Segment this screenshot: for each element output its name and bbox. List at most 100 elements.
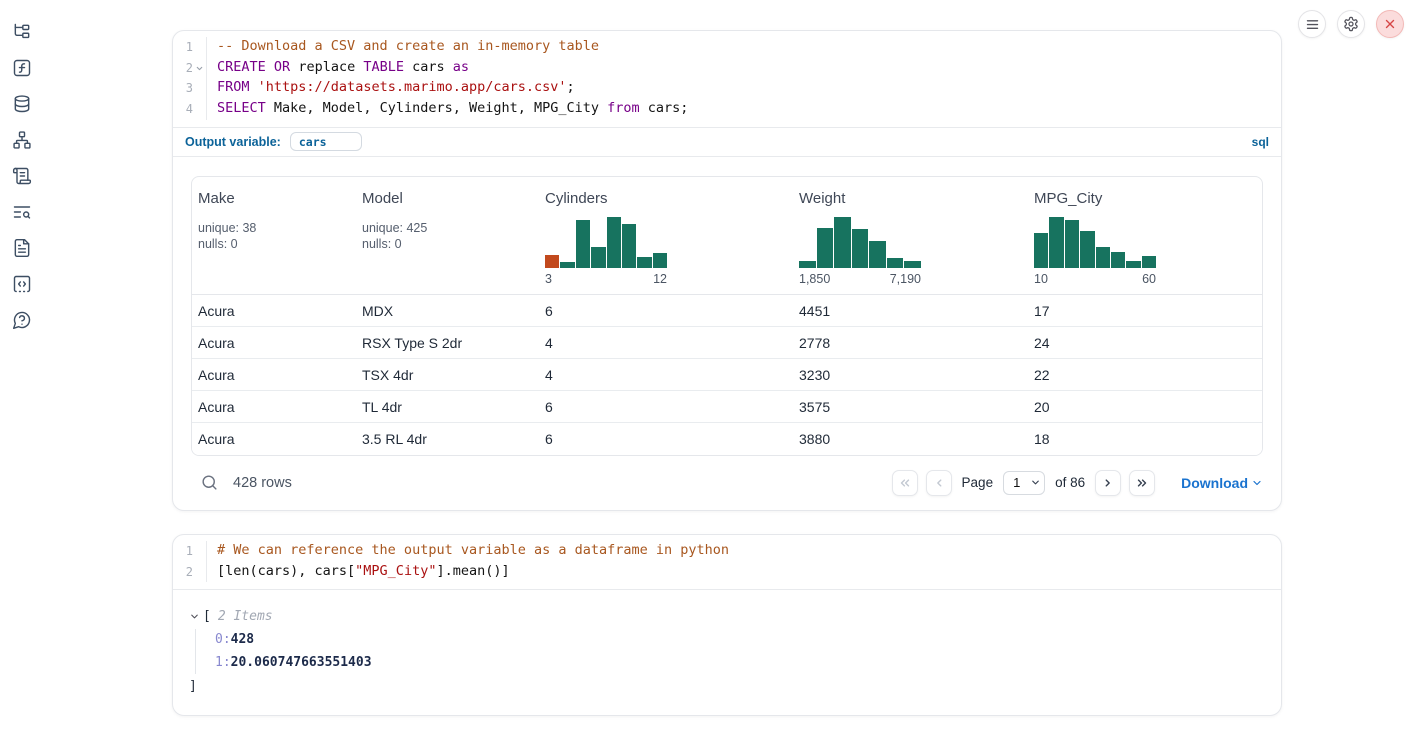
- python-result-tree: [ 2 Items 0: 4281: 20.060747663551403 ]: [173, 590, 1281, 715]
- column-name: Make: [198, 190, 350, 207]
- first-page-button[interactable]: [892, 470, 918, 496]
- code-text: [len(cars), cars["MPG_City"].mean()]: [207, 562, 510, 583]
- snippets-icon[interactable]: [12, 274, 32, 294]
- previous-page-button[interactable]: [926, 470, 952, 496]
- row-count: 428 rows: [233, 475, 292, 491]
- histogram-bar: [869, 241, 886, 268]
- code-text: # We can reference the output variable a…: [207, 541, 729, 562]
- histogram-bar: [607, 217, 621, 268]
- histogram-axis-labels: 1,8507,190: [799, 272, 921, 286]
- notebook: 1 -- Download a CSV and create an in-memo…: [172, 30, 1282, 739]
- line-number: 2: [173, 562, 193, 583]
- table-cell: 6: [539, 423, 793, 455]
- table-cell: MDX: [356, 295, 539, 327]
- table-row[interactable]: Acura3.5 RL 4dr6388018: [192, 423, 1262, 455]
- table-row[interactable]: AcuraTL 4dr6357520: [192, 391, 1262, 423]
- table-cell: RSX Type S 2dr: [356, 327, 539, 359]
- menu-icon[interactable]: [1298, 10, 1326, 38]
- fold-gutter: [193, 541, 207, 562]
- output-variable-label: Output variable:: [185, 135, 281, 149]
- code-line: 2CREATE OR replace TABLE cars as: [173, 58, 1281, 79]
- dependency-graph-icon[interactable]: [12, 130, 32, 150]
- fold-chevron-icon[interactable]: [193, 58, 207, 79]
- database-icon[interactable]: [12, 94, 32, 114]
- histogram-bar: [1126, 261, 1140, 268]
- help-icon[interactable]: [12, 310, 32, 330]
- page-label: Page: [962, 475, 994, 490]
- next-page-button[interactable]: [1095, 470, 1121, 496]
- table-cell: 2778: [793, 327, 1028, 359]
- column-stats: unique: 425nulls: 0: [362, 220, 533, 253]
- tree-collapse-icon[interactable]: [189, 611, 203, 622]
- histogram-bar: [1080, 231, 1094, 268]
- table-row[interactable]: AcuraTSX 4dr4323022: [192, 359, 1262, 391]
- table-row[interactable]: AcuraMDX6445117: [192, 295, 1262, 327]
- column-header-cylinders[interactable]: Cylinders312: [539, 177, 793, 295]
- python-editor[interactable]: 1 # We can reference the output variable …: [173, 535, 1281, 590]
- scratchpad-icon[interactable]: [12, 166, 32, 186]
- histogram-bar: [1049, 217, 1063, 268]
- search-icon[interactable]: [200, 473, 219, 492]
- table-footer: 428 rows Page 1 o: [191, 456, 1263, 510]
- histogram-bar: [852, 229, 869, 268]
- page-select[interactable]: 1: [1003, 471, 1045, 495]
- table-cell: Acura: [192, 391, 356, 423]
- code-line: 2 [len(cars), cars["MPG_City"].mean()]: [173, 562, 1281, 583]
- histogram-bar: [576, 220, 590, 268]
- sql-editor[interactable]: 1 -- Download a CSV and create an in-memo…: [173, 31, 1281, 127]
- tree-entry: 1: 20.060747663551403: [215, 652, 1265, 675]
- logs-search-icon[interactable]: [12, 202, 32, 222]
- fold-gutter: [193, 562, 207, 583]
- line-number: 1: [173, 37, 193, 58]
- tree-entry-value: 20.060747663551403: [231, 652, 372, 675]
- download-button[interactable]: Download: [1181, 475, 1263, 491]
- window-controls: [1298, 10, 1404, 38]
- fold-gutter: [193, 99, 207, 120]
- code-text: -- Download a CSV and create an in-memor…: [207, 37, 599, 58]
- sql-cell: 1 -- Download a CSV and create an in-memo…: [172, 30, 1282, 511]
- column-header-weight[interactable]: Weight1,8507,190: [793, 177, 1028, 295]
- histogram-bar: [834, 217, 851, 268]
- histogram-bar: [887, 258, 904, 268]
- table-cell: Acura: [192, 327, 356, 359]
- table-cell: TL 4dr: [356, 391, 539, 423]
- column-header-model[interactable]: Modelunique: 425nulls: 0: [356, 177, 539, 295]
- function-icon[interactable]: [12, 58, 32, 78]
- tree-open-bracket: [: [203, 606, 211, 627]
- column-header-make[interactable]: Make unique: 38nulls: 0: [192, 177, 356, 295]
- column-header-mpg_city[interactable]: MPG_City1060: [1028, 177, 1262, 295]
- code-line: 1 -- Download a CSV and create an in-memo…: [173, 37, 1281, 58]
- table-cell: 4: [539, 359, 793, 391]
- last-page-button[interactable]: [1129, 470, 1155, 496]
- fold-gutter: [193, 37, 207, 58]
- document-icon[interactable]: [12, 238, 32, 258]
- table-cell: 24: [1028, 327, 1262, 359]
- fold-gutter: [193, 78, 207, 99]
- histogram-bar: [653, 253, 667, 268]
- file-tree-icon[interactable]: [12, 22, 32, 42]
- tree-entry-key: 0:: [215, 629, 231, 652]
- python-cell: 1 # We can reference the output variable …: [172, 534, 1282, 716]
- gear-icon[interactable]: [1337, 10, 1365, 38]
- histogram-bar: [1065, 220, 1079, 268]
- tree-entry-value: 428: [231, 629, 254, 652]
- column-histogram: 312: [545, 215, 667, 286]
- table-row[interactable]: AcuraRSX Type S 2dr4277824: [192, 327, 1262, 359]
- histogram-bar: [904, 261, 921, 268]
- code-line: 3FROM 'https://datasets.marimo.app/cars.…: [173, 78, 1281, 99]
- column-stats: unique: 38nulls: 0: [198, 220, 350, 253]
- line-number: 1: [173, 541, 193, 562]
- histogram-bar: [1142, 256, 1156, 268]
- histogram-bar: [1111, 252, 1125, 268]
- histogram-bar: [622, 224, 636, 268]
- histogram-bar: [560, 262, 574, 268]
- line-number: 3: [173, 78, 193, 99]
- table-cell: Acura: [192, 423, 356, 455]
- download-label: Download: [1181, 475, 1248, 491]
- sql-cell-footer: Output variable: sql: [173, 127, 1281, 157]
- close-icon[interactable]: [1376, 10, 1404, 38]
- code-line: 1 # We can reference the output variable …: [173, 541, 1281, 562]
- language-badge: sql: [1252, 135, 1269, 149]
- output-variable-input[interactable]: [290, 132, 362, 151]
- table-cell: Acura: [192, 295, 356, 327]
